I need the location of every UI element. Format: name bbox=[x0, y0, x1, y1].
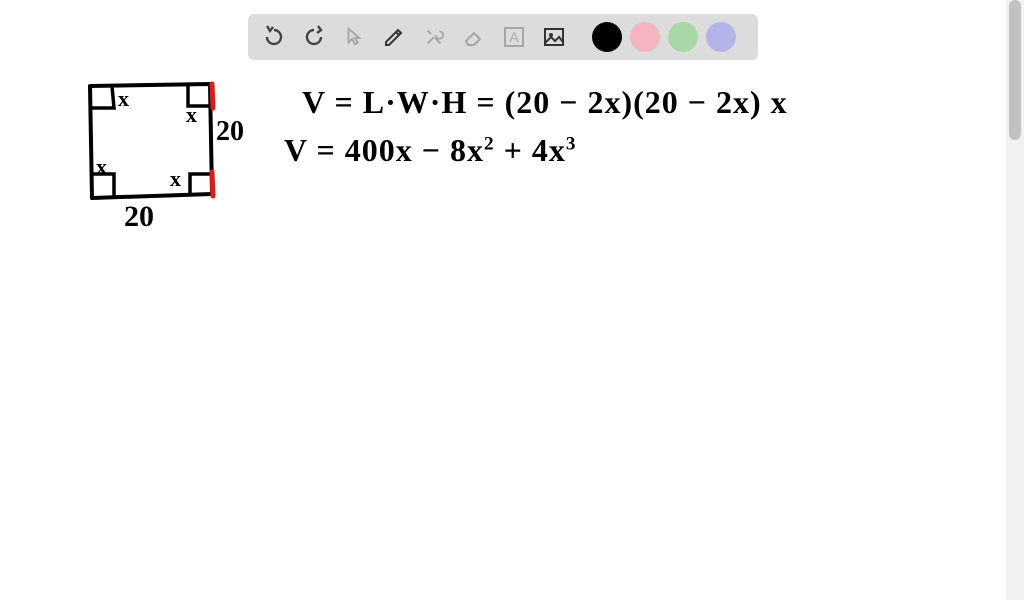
eq2-exp2: 3 bbox=[566, 133, 577, 154]
eq2-part2: + 4x bbox=[495, 132, 566, 168]
pencil-icon bbox=[382, 25, 406, 49]
scrollbar-thumb[interactable] bbox=[1009, 0, 1021, 140]
side-label-bottom: 20 bbox=[124, 200, 154, 234]
corner-label-tl: x bbox=[118, 86, 129, 112]
drawing-toolbar: A bbox=[248, 14, 758, 60]
pencil-button[interactable] bbox=[378, 21, 410, 53]
color-black[interactable] bbox=[592, 22, 622, 52]
corner-label-bl: x bbox=[96, 154, 107, 180]
eraser-button[interactable] bbox=[458, 21, 490, 53]
image-icon bbox=[542, 25, 566, 49]
color-purple[interactable] bbox=[706, 22, 736, 52]
pointer-button[interactable] bbox=[338, 21, 370, 53]
corner-label-br: x bbox=[170, 166, 181, 192]
whiteboard-canvas[interactable]: x x x x 20 20 V = L·W·H = (20 − 2x)(20 −… bbox=[0, 0, 1004, 600]
vertical-scrollbar[interactable] bbox=[1006, 0, 1024, 600]
corner-label-tr: x bbox=[186, 102, 197, 128]
undo-icon bbox=[262, 25, 286, 49]
image-button[interactable] bbox=[538, 21, 570, 53]
text-icon: A bbox=[502, 25, 526, 49]
color-green[interactable] bbox=[668, 22, 698, 52]
tools-icon bbox=[423, 26, 445, 48]
redo-icon bbox=[302, 25, 326, 49]
equation-line-2: V = 400x − 8x2 + 4x3 bbox=[284, 132, 576, 169]
eraser-icon bbox=[462, 25, 486, 49]
tools-button[interactable] bbox=[418, 21, 450, 53]
svg-text:A: A bbox=[509, 29, 519, 45]
eq2-part1: V = 400x − 8x bbox=[284, 132, 484, 168]
redo-button[interactable] bbox=[298, 21, 330, 53]
pointer-icon bbox=[343, 26, 365, 48]
color-pink[interactable] bbox=[630, 22, 660, 52]
text-button[interactable]: A bbox=[498, 21, 530, 53]
equation-line-1: V = L·W·H = (20 − 2x)(20 − 2x) x bbox=[302, 84, 788, 121]
undo-button[interactable] bbox=[258, 21, 290, 53]
box-diagram: x x x x 20 20 bbox=[82, 78, 242, 248]
side-label-right: 20 bbox=[216, 116, 244, 148]
eq2-exp1: 2 bbox=[484, 133, 495, 154]
